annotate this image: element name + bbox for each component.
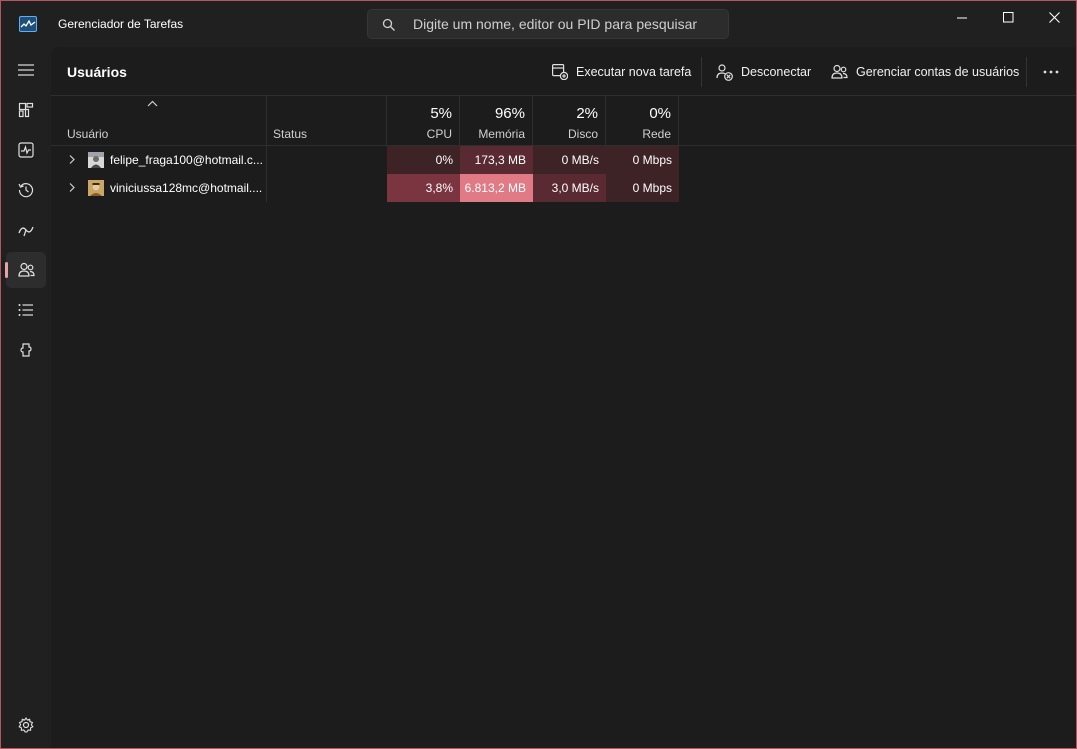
task-manager-window: Gerenciador de Tarefas Digite um nome, e… bbox=[0, 0, 1077, 749]
network-cell: 0 Mbps bbox=[606, 174, 679, 202]
hamburger-menu-icon bbox=[18, 64, 34, 76]
cpu-total-value: 5% bbox=[430, 105, 452, 122]
column-label-status: Status bbox=[273, 127, 308, 141]
sidebar-item-details[interactable] bbox=[6, 292, 46, 328]
column-header-cpu[interactable]: 5% CPU bbox=[387, 96, 460, 145]
page-title: Usuários bbox=[67, 64, 127, 80]
status-cell bbox=[267, 146, 387, 174]
main-content: Usuários Executar nova tarefa Desconecta… bbox=[51, 47, 1076, 748]
minimize-button[interactable] bbox=[939, 1, 985, 33]
column-header-status[interactable]: Status bbox=[267, 96, 387, 145]
close-button[interactable] bbox=[1031, 1, 1076, 33]
search-box[interactable] bbox=[367, 9, 729, 39]
sidebar-item-app-history[interactable] bbox=[6, 172, 46, 208]
table-row[interactable]: felipe_fraga100@hotmail.c... 0% 173,3 MB… bbox=[51, 146, 679, 174]
run-new-task-label: Executar nova tarefa bbox=[576, 65, 692, 79]
sidebar-item-startup-apps[interactable] bbox=[6, 212, 46, 248]
disconnect-button[interactable]: Desconectar bbox=[716, 59, 811, 85]
processes-icon bbox=[18, 102, 34, 118]
sidebar-item-services[interactable] bbox=[6, 332, 46, 368]
column-divider bbox=[266, 146, 267, 202]
cpu-cell: 0% bbox=[387, 146, 460, 174]
column-label-memory: Memória bbox=[478, 127, 525, 141]
chevron-right-icon[interactable] bbox=[68, 154, 76, 165]
user-name: viniciussa128mc@hotmail.... bbox=[110, 181, 263, 195]
user-name: felipe_fraga100@hotmail.c... bbox=[110, 153, 263, 167]
memory-cell: 173,3 MB bbox=[460, 146, 533, 174]
run-new-task-button[interactable]: Executar nova tarefa bbox=[552, 59, 691, 85]
sidebar-item-processes[interactable] bbox=[6, 92, 46, 128]
network-total-value: 0% bbox=[649, 105, 671, 122]
user-avatar bbox=[88, 152, 104, 168]
users-icon bbox=[17, 262, 35, 277]
app-history-icon bbox=[18, 183, 34, 198]
services-icon bbox=[20, 343, 32, 357]
column-header-memory[interactable]: 96% Memória bbox=[460, 96, 533, 145]
column-header-network[interactable]: 0% Rede bbox=[606, 96, 679, 145]
sidebar-item-users[interactable] bbox=[5, 252, 46, 288]
manage-user-accounts-button[interactable]: Gerenciar contas de usuários bbox=[831, 59, 1019, 85]
close-icon bbox=[1048, 11, 1060, 23]
disconnect-icon bbox=[716, 63, 733, 81]
toolbar: Usuários Executar nova tarefa Desconecta… bbox=[51, 47, 1076, 96]
maximize-button[interactable] bbox=[985, 1, 1031, 33]
disconnect-label: Desconectar bbox=[741, 65, 812, 79]
user-avatar bbox=[88, 180, 104, 196]
settings-icon bbox=[18, 717, 34, 733]
manage-accounts-icon bbox=[831, 64, 848, 79]
manage-user-accounts-label: Gerenciar contas de usuários bbox=[856, 65, 1020, 79]
column-label-disk: Disco bbox=[567, 127, 598, 141]
sort-ascending-icon bbox=[147, 100, 158, 107]
title-bar: Gerenciador de Tarefas bbox=[1, 1, 1076, 47]
startup-apps-icon bbox=[18, 226, 34, 237]
disk-cell: 0 MB/s bbox=[533, 146, 606, 174]
column-label-network: Rede bbox=[642, 127, 671, 141]
sidebar-nav bbox=[1, 47, 51, 748]
column-label-user: Usuário bbox=[67, 127, 109, 141]
memory-total-value: 96% bbox=[494, 105, 525, 122]
column-header-disk[interactable]: 2% Disco bbox=[533, 96, 606, 145]
memory-cell: 6.813,2 MB bbox=[460, 174, 533, 202]
task-manager-app-icon bbox=[19, 16, 37, 32]
chevron-right-icon[interactable] bbox=[68, 182, 76, 193]
sidebar-item-settings[interactable] bbox=[6, 707, 46, 743]
active-indicator bbox=[5, 262, 8, 278]
network-cell: 0 Mbps bbox=[606, 146, 679, 174]
disk-cell: 3,0 MB/s bbox=[533, 174, 606, 202]
details-icon bbox=[18, 304, 33, 316]
table-row[interactable]: viniciussa128mc@hotmail.... 3,8% 6.813,2… bbox=[51, 174, 679, 202]
search-input[interactable] bbox=[413, 10, 713, 38]
disk-total-value: 2% bbox=[576, 105, 598, 122]
toolbar-divider bbox=[1026, 57, 1027, 87]
run-new-task-icon bbox=[552, 64, 568, 80]
maximize-icon bbox=[1002, 11, 1013, 22]
sidebar-item-performance[interactable] bbox=[6, 132, 46, 168]
more-options-icon bbox=[1043, 70, 1059, 74]
column-header-user[interactable]: Usuário bbox=[51, 96, 267, 145]
column-label-cpu: CPU bbox=[426, 127, 452, 141]
status-cell bbox=[267, 174, 387, 202]
more-options-button[interactable] bbox=[1033, 59, 1069, 85]
minimize-icon bbox=[956, 17, 967, 18]
performance-icon bbox=[18, 142, 34, 158]
search-icon bbox=[382, 18, 395, 31]
cpu-cell: 3,8% bbox=[387, 174, 460, 202]
sidebar-toggle-button[interactable] bbox=[6, 52, 46, 88]
window-title: Gerenciador de Tarefas bbox=[58, 17, 184, 31]
toolbar-divider bbox=[701, 57, 702, 87]
